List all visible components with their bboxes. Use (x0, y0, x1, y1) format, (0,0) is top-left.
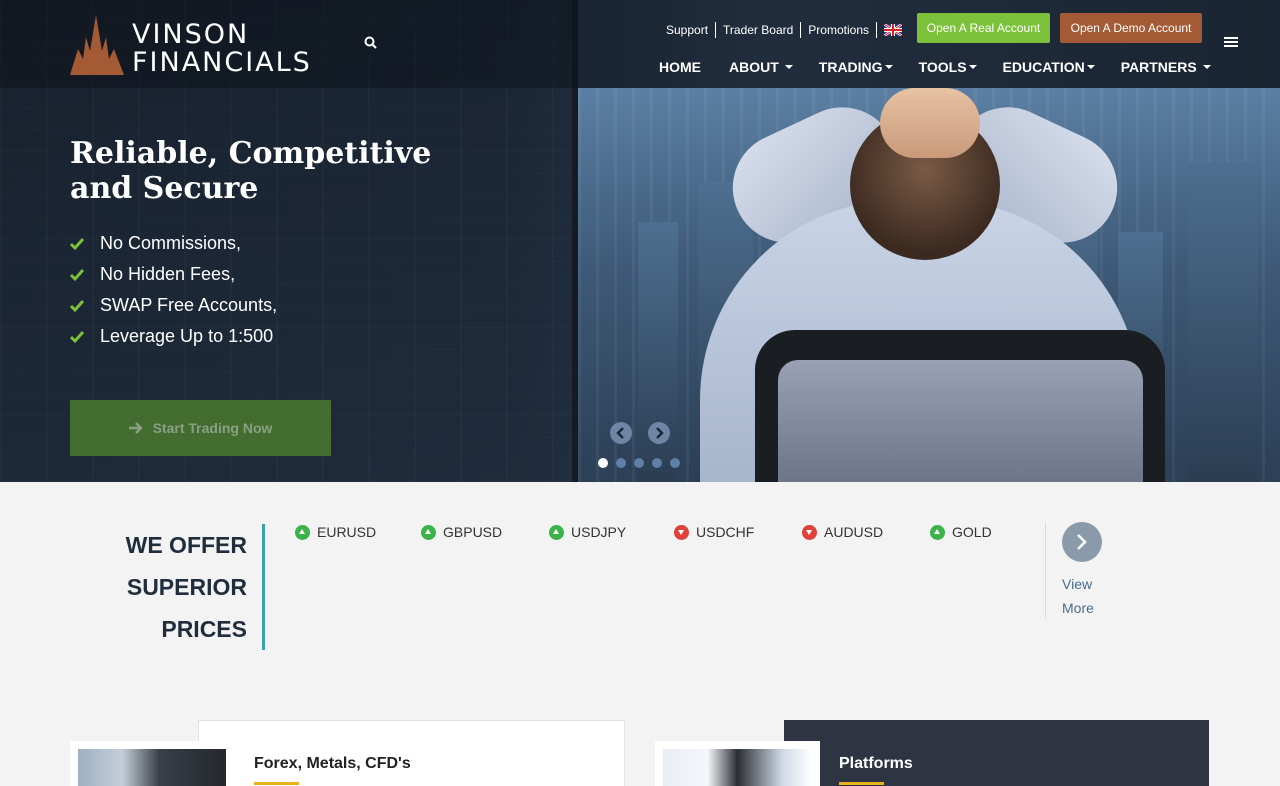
logo[interactable]: VINSON FINANCIALS (70, 15, 310, 77)
hamburger-menu-icon[interactable] (1224, 37, 1238, 49)
open-demo-account-button[interactable]: Open A Demo Account (1060, 13, 1202, 43)
chevron-down-icon (884, 65, 893, 69)
forex-card-title[interactable]: Forex, Metals, CFD's (254, 755, 411, 773)
check-icon (70, 299, 84, 312)
arrow-up-icon (295, 524, 310, 540)
nav-tools[interactable]: TOOLS (919, 58, 977, 76)
nav-home[interactable]: HOME (659, 58, 701, 76)
top-links: Support Trader Board Promotions (660, 22, 902, 38)
chevron-down-icon (784, 65, 793, 69)
slider-dot[interactable] (670, 458, 680, 468)
view-more-link[interactable]: View More (1062, 572, 1112, 620)
chevron-right-icon (1077, 534, 1087, 550)
feature-item: SWAP Free Accounts, (70, 290, 277, 321)
prices-heading: WE OFFER SUPERIOR PRICES (125, 532, 247, 642)
slider-dot[interactable] (634, 458, 644, 468)
card-underline (839, 782, 884, 785)
platforms-card[interactable] (784, 720, 1209, 786)
check-icon (70, 237, 84, 250)
arrow-down-icon (674, 524, 689, 540)
arrow-down-icon (802, 524, 817, 540)
check-icon (70, 330, 84, 343)
arrow-up-icon (421, 524, 436, 540)
slider-next-button[interactable] (648, 422, 670, 444)
slider-dot[interactable] (598, 458, 608, 468)
nav-about[interactable]: ABOUT (729, 58, 793, 76)
feature-item: Leverage Up to 1:500 (70, 321, 277, 352)
feature-item: No Commissions, (70, 228, 277, 259)
feature-item: No Hidden Fees, (70, 259, 277, 290)
nav-partners[interactable]: PARTNERS (1121, 58, 1211, 76)
logo-line1: VINSON (132, 19, 250, 50)
view-more-button[interactable] (1062, 522, 1102, 562)
chevron-right-icon (656, 427, 664, 439)
slider-dot[interactable] (652, 458, 662, 468)
start-trading-button[interactable]: Start Trading Now (70, 400, 331, 456)
check-icon (70, 268, 84, 281)
price-ticker-usdjpy[interactable]: USDJPY (549, 524, 626, 540)
nav-education[interactable]: EDUCATION (1003, 58, 1095, 76)
arrow-up-icon (930, 524, 945, 540)
heading-accent-bar (262, 524, 265, 650)
support-link[interactable]: Support (660, 22, 717, 38)
site-header: VINSON FINANCIALS Support Trader Board P… (0, 0, 1280, 88)
open-real-account-button[interactable]: Open A Real Account (917, 13, 1050, 43)
chevron-down-icon (968, 65, 977, 69)
arrow-up-icon (549, 524, 564, 540)
chevron-left-icon (616, 427, 624, 439)
platforms-card-title[interactable]: Platforms (839, 755, 913, 773)
forex-card[interactable] (198, 720, 625, 786)
price-ticker-gbpusd[interactable]: GBPUSD (421, 524, 502, 540)
nav-trading[interactable]: TRADING (819, 58, 893, 76)
arrow-right-icon (128, 422, 143, 434)
promotions-link[interactable]: Promotions (801, 22, 877, 38)
main-nav: HOME ABOUT TRADING TOOLS EDUCATION PARTN… (650, 58, 1211, 76)
price-ticker-audusd[interactable]: AUDUSD (802, 524, 883, 540)
feature-list: No Commissions, No Hidden Fees, SWAP Fre… (70, 228, 277, 352)
platforms-card-image (655, 741, 820, 786)
chevron-down-icon (1202, 65, 1211, 69)
trader-board-link[interactable]: Trader Board (716, 22, 802, 38)
chevron-down-icon (1086, 65, 1095, 69)
slider-dots (598, 458, 688, 468)
uk-flag-icon[interactable] (884, 24, 902, 36)
logo-line2: FINANCIALS (132, 47, 312, 78)
slider-prev-button[interactable] (610, 422, 632, 444)
slider-dot[interactable] (616, 458, 626, 468)
card-underline (254, 782, 299, 785)
logo-mark-icon (70, 15, 124, 75)
hero-title: Reliable, Competitive and Secure (70, 136, 432, 206)
forex-card-image (70, 741, 234, 786)
search-icon[interactable] (362, 34, 380, 52)
price-ticker-gold[interactable]: GOLD (930, 524, 992, 540)
price-ticker-usdchf[interactable]: USDCHF (674, 524, 754, 540)
price-ticker-eurusd[interactable]: EURUSD (295, 524, 376, 540)
